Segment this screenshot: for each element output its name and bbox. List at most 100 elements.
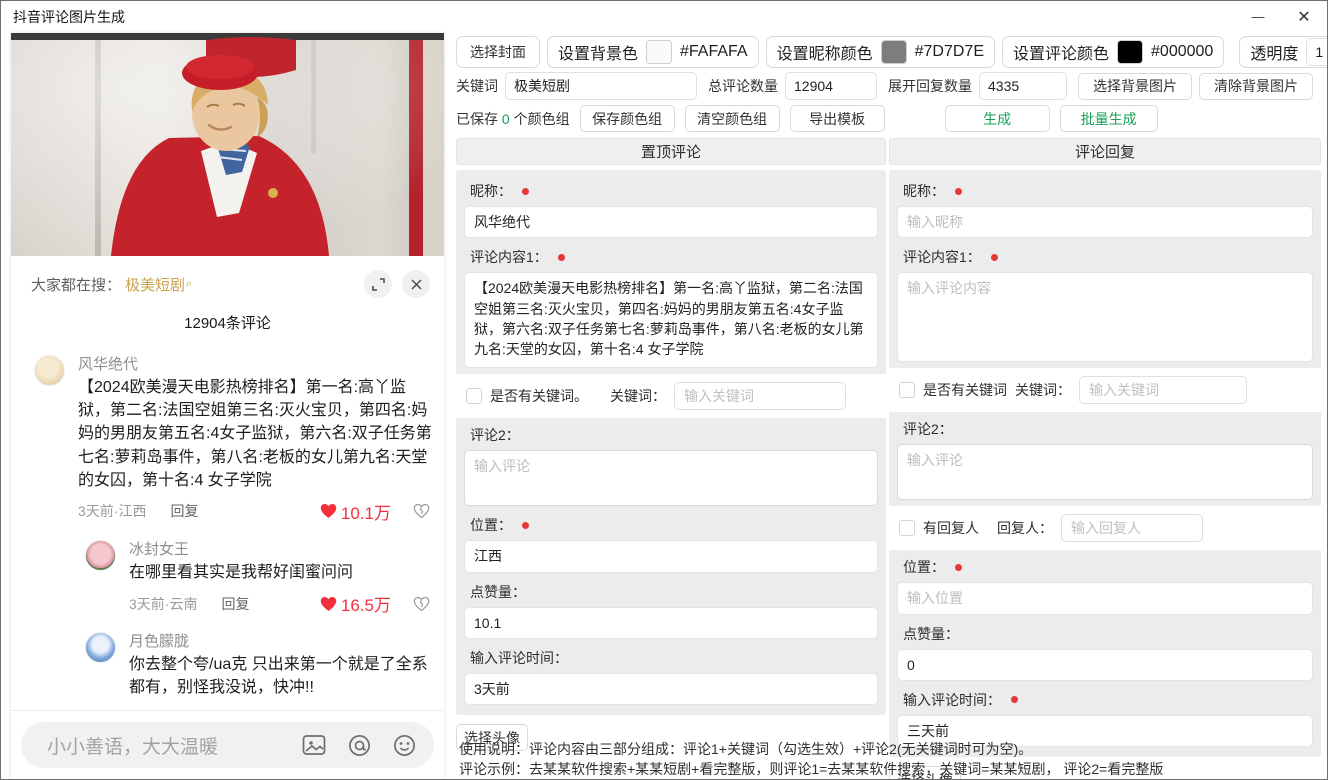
content1-label: 评论内容1： [456, 244, 886, 272]
toolbar-row-2: 关键词 总评论数量 展开回复数量 选择背景图片 清除背景图片 [456, 72, 1313, 100]
opacity-input[interactable] [1306, 38, 1327, 66]
keyword-input[interactable] [674, 382, 846, 411]
keyword-checkbox-label: 是否有关键词。 [490, 388, 588, 405]
likes-input[interactable] [897, 648, 1313, 681]
keyword-checkbox[interactable] [466, 388, 482, 405]
reply-button[interactable]: 回复 [221, 594, 249, 614]
has-replyee-checkbox[interactable] [899, 520, 915, 537]
required-dot [955, 187, 962, 195]
heart-icon [320, 596, 337, 611]
pinned-comment-panel: 置顶评论 昵称： 评论内容1： 【2024欧美漫天电影热榜排名】第一名:高丫监狱… [456, 138, 886, 752]
toolbar-row-3: 已保存 0 个颜色组 保存颜色组 清空颜色组 导出模板 生成 批量生成 [456, 105, 1158, 132]
location-label: 位置： [889, 554, 1321, 582]
mention-at-icon[interactable] [348, 734, 371, 757]
like-count: 10.1万 [340, 503, 391, 523]
keyword-checkbox[interactable] [899, 382, 915, 399]
comment-author: 月色朦胧 [129, 633, 190, 651]
search-keyword-link[interactable]: 极美短剧 [125, 274, 185, 295]
required-dot [990, 253, 998, 261]
emoji-smiley-icon[interactable] [393, 734, 416, 757]
required-dot [1011, 696, 1018, 704]
likes-label: 点赞量： [470, 583, 526, 600]
comment-row: 风华绝代 【2024欧美漫天电影热榜排名】第一名:高丫监狱，第二名:法国空姐第三… [11, 353, 444, 524]
content1-textarea[interactable]: 【2024欧美漫天电影热榜排名】第一名:高丫监狱，第二名:法国空姐第三名:灭火宝… [464, 272, 878, 369]
bg-color-group: 设置背景色 #FAFAFA [547, 36, 759, 68]
comment-meta: 3天前·云南 [129, 595, 198, 612]
comments-count: 12904条评论 [184, 315, 271, 332]
broken-heart-icon [413, 504, 430, 519]
dislike-button[interactable] [413, 503, 430, 519]
like-button[interactable]: 16.5万 [320, 591, 391, 616]
total-comments-input[interactable] [785, 72, 877, 100]
time-label: 输入评论时间： [889, 687, 1321, 715]
clear-color-group-button[interactable]: 清空颜色组 [684, 105, 780, 132]
search-icon: ⌕ [186, 277, 193, 290]
reply-button[interactable]: 回复 [170, 501, 198, 521]
nick-color-hex: #7D7D7E [914, 43, 984, 60]
window-title: 抖音评论图片生成 [13, 8, 125, 25]
keyword-input[interactable] [505, 72, 697, 100]
reply-panel-header: 评论回复 [889, 138, 1321, 165]
avatar [34, 355, 65, 386]
bg-color-label: 设置背景色 [558, 46, 639, 63]
location-label: 位置： [456, 512, 886, 540]
location-input[interactable] [464, 540, 878, 573]
has-replyee-label: 有回复人 [923, 520, 979, 537]
keyword-label: 关键词： [1015, 382, 1071, 399]
comment-row: 冰封女王 在哪里看其实是我帮好闺蜜问问 3天前·云南 回复 16.5万 [11, 538, 444, 616]
keyword-strip: 是否有关键词。 关键词： [456, 374, 886, 419]
opacity-group: 透明度 [1239, 36, 1327, 68]
comment2-textarea[interactable] [897, 444, 1313, 501]
comment-input[interactable]: 小小善语，大大温暖 [21, 722, 434, 768]
instructions-line-2: 评论示例：去某某软件搜索+某某短剧+看完整版，则评论1=去某某软件搜索，关键词=… [459, 761, 1164, 778]
generate-button[interactable]: 生成 [944, 105, 1050, 132]
comment-text: 【2024欧美漫天电影热榜排名】第一名:高丫监狱，第二名:法国空姐第三名:灭火宝… [78, 379, 432, 489]
toolbar-row-1: 选择封面 设置背景色 #FAFAFA 设置昵称颜色 #7D7D7E 设置评论颜色… [456, 36, 1327, 68]
search-prefix-label: 大家都在搜： [31, 276, 122, 294]
clear-bg-image-button[interactable]: 清除背景图片 [1199, 72, 1313, 100]
image-icon[interactable] [302, 734, 326, 756]
nick-color-swatch[interactable] [880, 40, 907, 64]
likes-input[interactable] [464, 606, 878, 639]
expand-replies-label: 展开回复数量 [888, 78, 972, 94]
time-input[interactable] [464, 672, 878, 706]
bg-color-swatch[interactable] [646, 40, 673, 64]
keyword-checkbox-label: 是否有关键词 [923, 382, 1007, 399]
expand-replies-input[interactable] [979, 72, 1067, 100]
content1-label: 评论内容1： [889, 244, 1321, 272]
minimize-button[interactable]: — [1235, 1, 1281, 32]
select-bg-image-button[interactable]: 选择背景图片 [1078, 72, 1192, 100]
comment-color-hex: #000000 [1151, 43, 1214, 60]
comment-color-label: 设置评论颜色 [1013, 46, 1110, 63]
time-label: 输入评论时间： [470, 649, 568, 666]
nickname-label: 昵称： [889, 178, 1321, 206]
close-button[interactable]: ✕ [1281, 1, 1327, 32]
comment2-textarea[interactable] [464, 450, 878, 507]
required-dot [557, 253, 565, 261]
replyee-strip: 有回复人 回复人： [889, 506, 1321, 551]
comment-color-swatch[interactable] [1117, 40, 1144, 64]
save-color-group-button[interactable]: 保存颜色组 [579, 105, 675, 132]
expand-preview-button[interactable] [364, 270, 392, 298]
location-input[interactable] [897, 582, 1313, 615]
close-preview-button[interactable] [402, 270, 430, 298]
like-button[interactable]: 10.1万 [320, 499, 391, 524]
content1-textarea[interactable] [897, 272, 1313, 363]
required-dot [522, 187, 529, 195]
nickname-input[interactable] [897, 206, 1313, 239]
saved-suffix: 个颜色组 [513, 110, 570, 127]
dislike-button[interactable] [413, 596, 430, 612]
total-comments-label: 总评论数量 [708, 78, 778, 94]
heart-icon [320, 504, 337, 519]
export-template-button[interactable]: 导出模板 [789, 105, 885, 132]
replyee-input[interactable] [1061, 514, 1203, 543]
close-icon [410, 278, 422, 290]
select-cover-button[interactable]: 选择封面 [456, 36, 540, 68]
nickname-input[interactable] [464, 206, 878, 239]
keyword-input[interactable] [1079, 376, 1247, 405]
batch-generate-button[interactable]: 批量生成 [1059, 105, 1158, 132]
replyee-label: 回复人： [997, 520, 1053, 537]
comment-reply-panel: 评论回复 昵称： 评论内容1： 是否有关键词 关键词： 评论2： 有回复人 回复… [889, 138, 1321, 779]
comment-image-preview: 大家都在搜： 极美短剧 ⌕ 12904条评论 风华绝代 【2024欧美漫天电影热… [11, 33, 444, 779]
keyword-label: 关键词： [610, 388, 666, 405]
